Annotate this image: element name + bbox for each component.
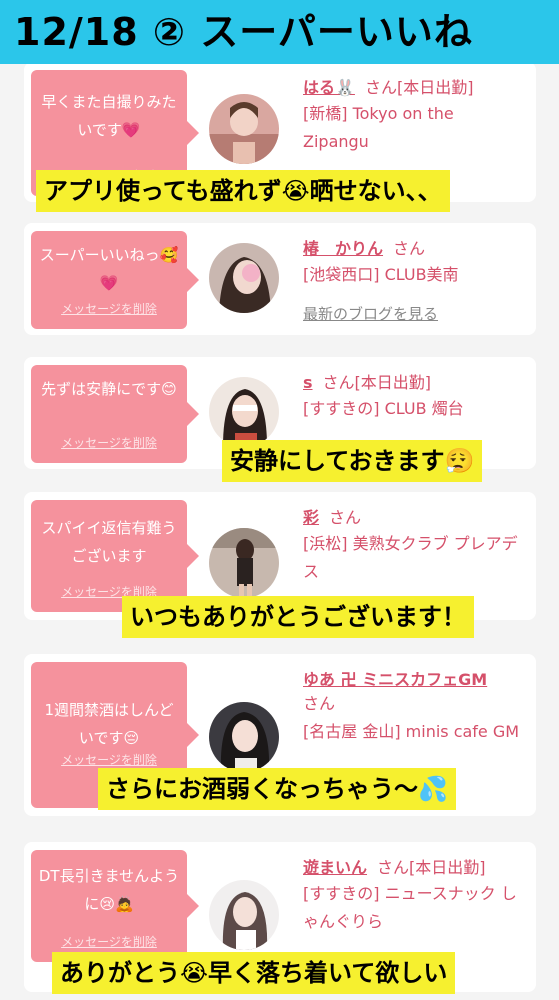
user-name-line: s さん[本日出勤]	[303, 369, 431, 393]
user-name-line: 彩さん	[303, 504, 361, 528]
avatar[interactable]	[209, 702, 279, 772]
honorific: さん	[393, 239, 426, 258]
honorific: さん	[322, 373, 355, 392]
user-name-link[interactable]: 椿 かりん	[303, 239, 383, 258]
user-name-link[interactable]: 遊まいん	[303, 858, 367, 877]
caption-overlay: 安静にしておきます😮‍💨	[222, 440, 483, 482]
user-name-line: 遊まいん さん[本日出勤]	[303, 854, 486, 878]
message-text: スパイイ返信有難うございます	[41, 519, 177, 565]
work-status: [本日出勤]	[409, 858, 486, 877]
delete-message-link[interactable]: メッセージを削除	[31, 434, 187, 451]
honorific: さん	[303, 694, 336, 713]
user-name-line: はる🐰 さん[本日出勤]	[303, 74, 473, 98]
caption-overlay: いつもありがとうございます！	[122, 596, 474, 638]
user-name-link[interactable]: 彩	[303, 508, 319, 527]
message-text: スーパーいいねっ🥰💗	[39, 246, 179, 292]
shop-info: [名古屋 金山] minis cafe GM	[303, 722, 520, 741]
honorific: さん	[364, 78, 397, 97]
user-name-link[interactable]: ゆあ 卍 ミニスカフェGM	[303, 670, 487, 689]
avatar[interactable]	[209, 94, 279, 164]
message-bubble: 先ずは安静にです😊 メッセージを削除	[31, 365, 199, 463]
caption-overlay: さらにお酒弱くなっちゃう〜💦	[98, 768, 456, 810]
caption-overlay: ありがとう😭早く落ち着いて欲しい	[52, 952, 456, 994]
avatar[interactable]	[209, 243, 279, 313]
work-status: [本日出勤]	[354, 373, 432, 392]
honorific: さん	[329, 508, 362, 527]
user-name-link[interactable]: はる🐰	[303, 78, 355, 97]
page-title: 12/18 ② スーパーいいね	[0, 0, 559, 64]
message-text: 早くまた自撮りみたいです💗	[41, 93, 177, 139]
avatar[interactable]	[209, 528, 279, 598]
delete-message-link[interactable]: メッセージを削除	[31, 933, 187, 950]
work-status: [本日出勤]	[396, 78, 474, 97]
latest-blog-link[interactable]: 最新のブログを見る	[303, 303, 438, 324]
message-bubble: DT長引きませんように😢🙇 メッセージを削除	[31, 850, 199, 962]
message-text: 先ずは安静にです😊	[41, 380, 177, 398]
message-card: スーパーいいねっ🥰💗 メッセージを削除 椿 かりん さん [池袋西口] CLUB美…	[24, 223, 536, 335]
shop-info: [池袋西口] CLUB美南	[303, 265, 459, 284]
delete-message-link[interactable]: メッセージを削除	[31, 300, 187, 317]
shop-info: [すすきの] ニュースナック しゃんぐりら	[303, 884, 517, 931]
shop-info: [新橋] Tokyo on the Zipangu	[303, 104, 454, 151]
message-text: 1週間禁酒はしんどいです😔	[44, 701, 174, 747]
caption-overlay: アプリ使っても盛れず😭晒せない、、	[36, 170, 450, 212]
honorific: さん	[377, 858, 410, 877]
delete-message-link[interactable]: メッセージを削除	[31, 751, 187, 768]
user-name-line: ゆあ 卍 ミニスカフェGM	[303, 666, 487, 690]
message-text: DT長引きませんように😢🙇	[38, 867, 180, 913]
shop-info: [浜松] 美熟女クラブ プレアデス	[303, 534, 518, 581]
user-name-link[interactable]: s	[303, 373, 313, 392]
shop-info: [すすきの] CLUB 燭台	[303, 399, 464, 418]
avatar[interactable]	[209, 377, 279, 447]
avatar[interactable]	[209, 880, 279, 950]
message-bubble: スーパーいいねっ🥰💗 メッセージを削除	[31, 231, 199, 329]
user-name-line: 椿 かりん さん	[303, 235, 425, 259]
